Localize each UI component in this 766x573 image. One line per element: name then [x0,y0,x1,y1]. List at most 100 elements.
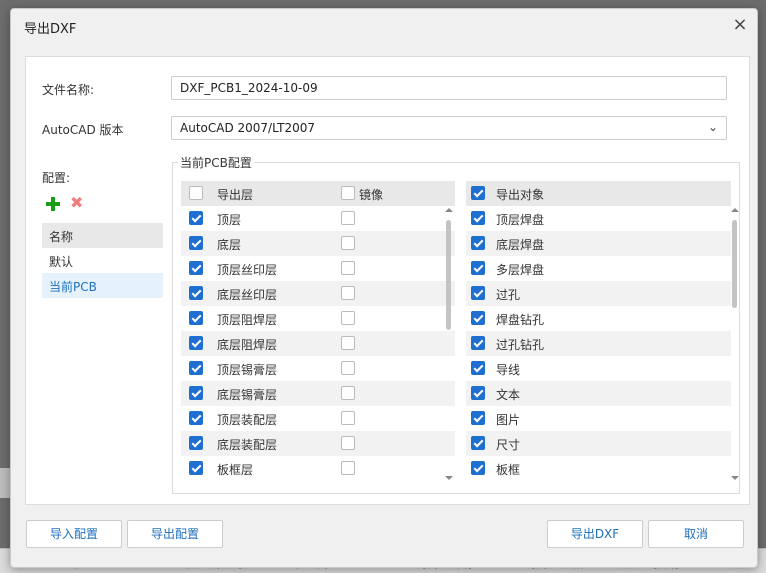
object-export-checkbox[interactable] [471,336,485,350]
import-config-button[interactable]: 导入配置 [26,520,122,548]
object-export-checkbox[interactable] [471,311,485,325]
layer-row[interactable]: 顶层阻焊层 [181,306,455,331]
layer-export-checkbox[interactable] [189,411,203,425]
object-name: 底层焊盘 [496,238,545,252]
layer-mirror-checkbox[interactable] [341,411,355,425]
add-config-icon[interactable] [45,196,61,212]
object-row[interactable]: 板框 [466,456,731,481]
objects-table-body: 顶层焊盘底层焊盘多层焊盘过孔焊盘钻孔 过孔钻孔导线文本 图片尺寸板框 [466,206,731,481]
dialog-titlebar[interactable]: 导出DXF × [11,9,757,43]
object-export-checkbox[interactable] [471,286,485,300]
object-export-checkbox[interactable] [471,211,485,225]
layer-export-checkbox[interactable] [189,461,203,475]
layer-mirror-checkbox[interactable] [341,336,355,350]
delete-config-icon[interactable]: ✖ [70,195,83,211]
layer-export-checkbox[interactable] [189,386,203,400]
layer-name: 顶层阻焊层 [217,313,278,327]
object-name: 板框 [496,463,521,477]
layer-name: 顶层丝印层 [217,263,278,277]
layer-name: 板框层 [217,463,254,477]
object-row[interactable]: 底层焊盘 [466,231,731,256]
object-export-checkbox[interactable] [471,411,485,425]
layer-name: 底层锡膏层 [217,388,278,402]
layer-row[interactable]: 顶层 [181,206,455,231]
close-icon[interactable]: × [731,16,749,35]
autocad-version-select[interactable]: AutoCAD 2007/LT2007 ⌄ [171,116,727,140]
object-export-checkbox[interactable] [471,361,485,375]
scroll-up-icon[interactable] [731,208,739,212]
mirror-select-all-checkbox[interactable] [341,186,355,200]
export-dxf-button[interactable]: 导出DXF [547,520,643,548]
object-export-checkbox[interactable] [471,436,485,450]
scroll-up-icon[interactable] [445,208,453,212]
layers-table: 导出层 镜像 顶层 底层顶层丝印层底层丝印层顶层阻焊层底层阻焊层顶层锡膏层底层锡膏… [181,181,455,481]
object-row[interactable]: 顶层焊盘 [466,206,731,231]
objects-header-label: 导出对象 [496,188,545,202]
layer-mirror-checkbox[interactable] [341,361,355,375]
layer-row[interactable]: 底层锡膏层 [181,381,455,406]
layer-export-checkbox[interactable] [189,286,203,300]
object-export-checkbox[interactable] [471,261,485,275]
layer-mirror-checkbox[interactable] [341,386,355,400]
object-row[interactable]: 过孔钻孔 [466,331,731,356]
objects-select-all-checkbox[interactable] [471,186,485,200]
layers-table-header: 导出层 镜像 [181,181,455,206]
layer-mirror-checkbox[interactable] [341,311,355,325]
layer-export-checkbox[interactable] [189,211,203,225]
layer-row[interactable]: 顶层装配层 [181,406,455,431]
autocad-version-label: AutoCAD 版本 [42,123,124,137]
filename-input[interactable] [171,76,727,100]
object-export-checkbox[interactable] [471,236,485,250]
dialog-content-panel: 文件名称: AutoCAD 版本 AutoCAD 2007/LT2007 ⌄ 配… [25,56,750,505]
layer-name: 顶层锡膏层 [217,363,278,377]
layer-row[interactable]: 底层阻焊层 [181,331,455,356]
layer-export-checkbox[interactable] [189,236,203,250]
layer-export-checkbox[interactable] [189,261,203,275]
object-name: 过孔 [496,288,521,302]
export-dxf-dialog: 导出DXF × 文件名称: AutoCAD 版本 AutoCAD 2007/LT… [10,8,758,568]
layer-row[interactable]: 底层 [181,231,455,256]
layer-mirror-checkbox[interactable] [341,211,355,225]
config-item-current-pcb[interactable]: 当前PCB [42,273,163,298]
layer-export-checkbox[interactable] [189,361,203,375]
object-row[interactable]: 图片 [466,406,731,431]
object-row[interactable]: 过孔 [466,281,731,306]
object-name: 多层焊盘 [496,263,545,277]
object-export-checkbox[interactable] [471,386,485,400]
object-row[interactable]: 尺寸 [466,431,731,456]
config-item-default[interactable]: 默认 [42,248,163,273]
layer-mirror-checkbox[interactable] [341,461,355,475]
object-export-checkbox[interactable] [471,461,485,475]
export-config-button[interactable]: 导出配置 [127,520,223,548]
layer-row[interactable]: 底层丝印层 [181,281,455,306]
objects-scrollbar[interactable] [731,208,739,480]
layer-export-checkbox[interactable] [189,336,203,350]
layer-mirror-checkbox[interactable] [341,436,355,450]
config-list-header: 名称 [42,223,163,248]
scroll-thumb[interactable] [446,220,451,330]
layer-export-checkbox[interactable] [189,436,203,450]
layers-select-all-checkbox[interactable] [189,186,203,200]
scroll-down-icon[interactable] [731,476,739,480]
layer-row[interactable]: 板框层 [181,456,455,481]
scroll-down-icon[interactable] [445,476,453,480]
layer-mirror-checkbox[interactable] [341,286,355,300]
object-row[interactable]: 导线 [466,356,731,381]
config-list: 名称 默认 当前PCB [42,223,163,298]
layer-row[interactable]: 顶层锡膏层 [181,356,455,381]
layer-mirror-checkbox[interactable] [341,236,355,250]
layer-row[interactable]: 底层装配层 [181,431,455,456]
object-row[interactable]: 多层焊盘 [466,256,731,281]
cancel-button[interactable]: 取消 [648,520,744,548]
layer-name: 顶层装配层 [217,413,278,427]
layer-export-checkbox[interactable] [189,311,203,325]
scroll-thumb[interactable] [732,220,737,308]
object-row[interactable]: 焊盘钻孔 [466,306,731,331]
layer-mirror-checkbox[interactable] [341,261,355,275]
layers-scrollbar[interactable] [445,208,453,480]
layer-row[interactable]: 顶层丝印层 [181,256,455,281]
object-row[interactable]: 文本 [466,381,731,406]
layers-table-body: 顶层 底层顶层丝印层底层丝印层顶层阻焊层底层阻焊层顶层锡膏层底层锡膏层顶层装配层底… [181,206,455,481]
object-name: 导线 [496,363,521,377]
object-name: 尺寸 [496,438,521,452]
